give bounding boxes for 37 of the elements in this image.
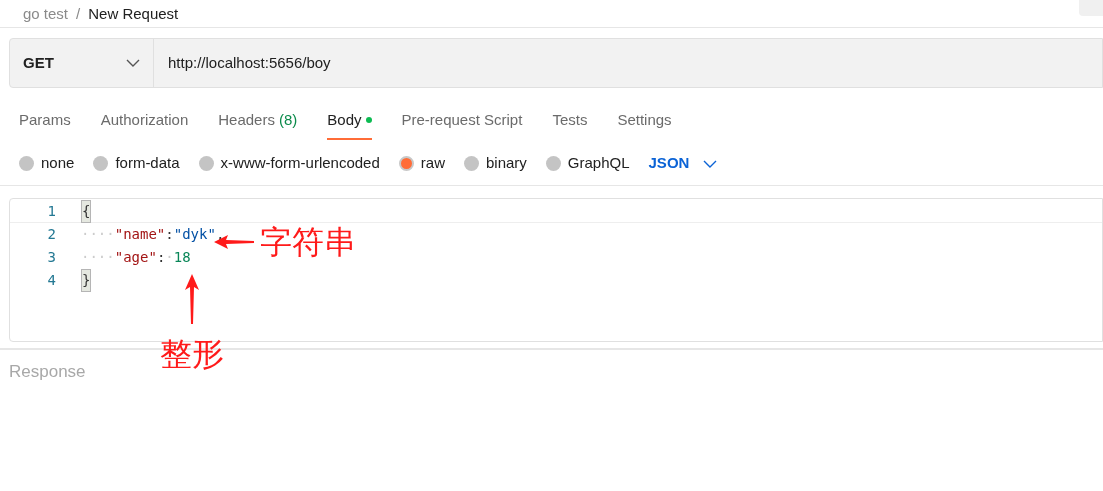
request-tab[interactable]: Settings	[617, 102, 672, 140]
request-tab[interactable]: Tests	[552, 102, 588, 140]
request-tab[interactable]: Pre-request Script	[401, 102, 523, 140]
body-type-radio[interactable]: raw	[398, 152, 445, 175]
whitespace-dots: ····	[81, 225, 115, 244]
breadcrumb-collection[interactable]: go test	[23, 3, 69, 26]
arrow-icon	[214, 234, 254, 250]
arrow-icon	[184, 274, 200, 324]
body-type-radio[interactable]: x-www-form-urlencoded	[198, 152, 380, 175]
request-tab[interactable]: Body	[327, 102, 372, 140]
whitespace-dots: ····	[81, 248, 115, 267]
code-token: 18	[173, 248, 191, 267]
code-token: }	[81, 269, 92, 292]
request-tab[interactable]: Params	[19, 102, 71, 140]
request-tab[interactable]: Authorization	[100, 102, 189, 140]
annotation-label: 字符串	[260, 226, 356, 258]
whitespace-dots: ·	[165, 248, 174, 267]
request-title: New Request	[88, 4, 179, 24]
body-type-radio[interactable]: GraphQL	[545, 152, 630, 175]
request-tab[interactable]: Headers (8)	[218, 102, 298, 140]
body-type-radio[interactable]: form-data	[93, 152, 180, 175]
body-type-radio[interactable]: none	[19, 152, 75, 175]
line-number: 3	[46, 248, 56, 267]
code-token: :	[156, 248, 166, 267]
line-number: 1	[46, 201, 56, 221]
code-token: "age"	[114, 248, 157, 267]
format-dropdown[interactable]: JSON	[648, 152, 718, 175]
breadcrumb-separator: /	[76, 4, 81, 24]
code-token: "dyk"	[173, 225, 216, 244]
response-title: Response	[9, 362, 86, 381]
body-type-radio[interactable]: binary	[463, 152, 527, 175]
line-number: 4	[46, 271, 56, 290]
line-number: 2	[46, 225, 56, 244]
chevron-down-icon	[703, 159, 718, 168]
code-token: "name"	[114, 225, 166, 244]
code-token: :	[165, 225, 174, 244]
code-token: {	[81, 199, 92, 223]
